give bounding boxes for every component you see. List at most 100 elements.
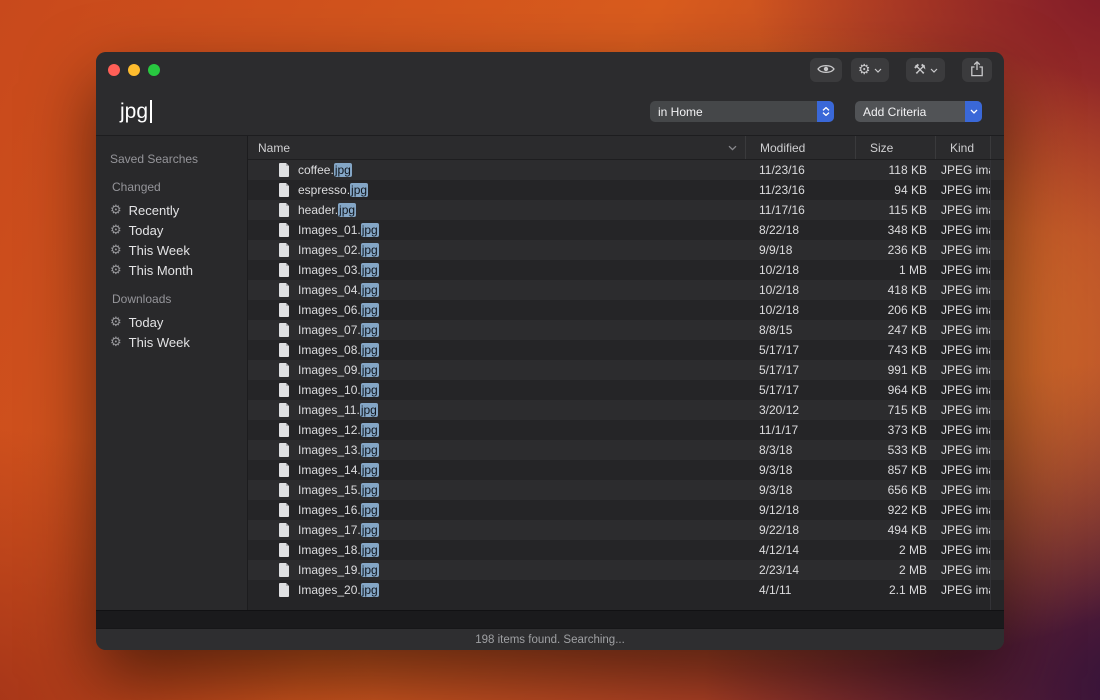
search-match-highlight: jpg bbox=[361, 263, 379, 277]
column-header-name[interactable]: Name bbox=[248, 136, 745, 159]
table-row[interactable]: Images_10.jpg 5/17/17 964 KB JPEG image bbox=[248, 380, 1004, 400]
table-row[interactable]: Images_01.jpg 8/22/18 348 KB JPEG image bbox=[248, 220, 1004, 240]
scrollbar-corner bbox=[990, 136, 1004, 159]
file-name: Images_01.jpg bbox=[298, 223, 379, 237]
zoom-button[interactable] bbox=[148, 64, 160, 76]
table-row[interactable]: Images_16.jpg 9/12/18 922 KB JPEG image bbox=[248, 500, 1004, 520]
smart-folder-icon: ⚙ bbox=[110, 244, 122, 257]
modified-cell: 8/3/18 bbox=[745, 443, 855, 457]
search-match-highlight: jpg bbox=[360, 403, 378, 417]
table-row[interactable]: espresso.jpg 11/23/16 94 KB JPEG image bbox=[248, 180, 1004, 200]
table-row[interactable]: Images_13.jpg 8/3/18 533 KB JPEG image bbox=[248, 440, 1004, 460]
finder-search-window: ⚙ ⚒ jpg in Home bbox=[96, 52, 1004, 650]
file-name: header.jpg bbox=[298, 203, 356, 217]
sidebar-item-label: Today bbox=[129, 223, 164, 238]
search-match-highlight: jpg bbox=[361, 543, 379, 557]
close-button[interactable] bbox=[108, 64, 120, 76]
search-match-highlight: jpg bbox=[361, 323, 379, 337]
size-cell: 2 MB bbox=[855, 563, 935, 577]
file-name-cell: Images_08.jpg bbox=[248, 343, 745, 357]
kind-cell: JPEG image bbox=[935, 323, 990, 337]
scope-dropdown[interactable]: in Home bbox=[650, 101, 834, 122]
table-row[interactable]: Images_07.jpg 8/8/15 247 KB JPEG image bbox=[248, 320, 1004, 340]
size-cell: 922 KB bbox=[855, 503, 935, 517]
table-row[interactable]: Images_04.jpg 10/2/18 418 KB JPEG image bbox=[248, 280, 1004, 300]
table-row[interactable]: Images_18.jpg 4/12/14 2 MB JPEG image bbox=[248, 540, 1004, 560]
sidebar-item-this-week-downloads[interactable]: ⚙ This Week bbox=[110, 332, 247, 352]
table-row[interactable]: Images_19.jpg 2/23/14 2 MB JPEG image bbox=[248, 560, 1004, 580]
table-row[interactable]: Images_14.jpg 9/3/18 857 KB JPEG image bbox=[248, 460, 1004, 480]
kind-cell: JPEG image bbox=[935, 183, 990, 197]
modified-cell: 2/23/14 bbox=[745, 563, 855, 577]
file-name-cell: Images_11.jpg bbox=[248, 403, 745, 417]
column-header-modified[interactable]: Modified bbox=[745, 136, 855, 159]
column-header-size[interactable]: Size bbox=[855, 136, 935, 159]
search-match-highlight: jpg bbox=[361, 363, 379, 377]
table-row[interactable]: Images_09.jpg 5/17/17 991 KB JPEG image bbox=[248, 360, 1004, 380]
document-icon bbox=[278, 263, 290, 277]
sidebar-section-changed: Changed bbox=[112, 180, 247, 194]
kind-cell: JPEG image bbox=[935, 523, 990, 537]
smart-folder-icon: ⚙ bbox=[110, 224, 122, 237]
modified-cell: 11/17/16 bbox=[745, 203, 855, 217]
file-name: Images_04.jpg bbox=[298, 283, 379, 297]
file-name: Images_10.jpg bbox=[298, 383, 379, 397]
file-name-cell: Images_20.jpg bbox=[248, 583, 745, 597]
size-cell: 373 KB bbox=[855, 423, 935, 437]
kind-cell: JPEG image bbox=[935, 463, 990, 477]
table-row[interactable]: Images_15.jpg 9/3/18 656 KB JPEG image bbox=[248, 480, 1004, 500]
quick-look-button[interactable] bbox=[810, 58, 842, 82]
sidebar-item-label: Recently bbox=[129, 203, 180, 218]
file-name: Images_19.jpg bbox=[298, 563, 379, 577]
table-row[interactable]: coffee.jpg 11/23/16 118 KB JPEG image bbox=[248, 160, 1004, 180]
share-icon bbox=[970, 61, 984, 80]
table-row[interactable]: header.jpg 11/17/16 115 KB JPEG image bbox=[248, 200, 1004, 220]
size-cell: 418 KB bbox=[855, 283, 935, 297]
sidebar-item-today-downloads[interactable]: ⚙ Today bbox=[110, 312, 247, 332]
table-row[interactable]: Images_02.jpg 9/9/18 236 KB JPEG image bbox=[248, 240, 1004, 260]
tools-dropdown-button[interactable]: ⚒ bbox=[906, 58, 945, 82]
table-row[interactable]: Images_12.jpg 11/1/17 373 KB JPEG image bbox=[248, 420, 1004, 440]
document-icon bbox=[278, 223, 290, 237]
sidebar-item-this-week-changed[interactable]: ⚙ This Week bbox=[110, 240, 247, 260]
kind-cell: JPEG image bbox=[935, 483, 990, 497]
sidebar-item-label: This Month bbox=[129, 263, 193, 278]
column-header-kind[interactable]: Kind bbox=[935, 136, 990, 159]
kind-cell: JPEG image bbox=[935, 283, 990, 297]
document-icon bbox=[278, 163, 290, 177]
minimize-button[interactable] bbox=[128, 64, 140, 76]
file-name: espresso.jpg bbox=[298, 183, 368, 197]
table-row[interactable]: Images_17.jpg 9/22/18 494 KB JPEG image bbox=[248, 520, 1004, 540]
kind-cell: JPEG image bbox=[935, 443, 990, 457]
modified-cell: 10/2/18 bbox=[745, 303, 855, 317]
modified-cell: 10/2/18 bbox=[745, 283, 855, 297]
table-row[interactable]: Images_08.jpg 5/17/17 743 KB JPEG image bbox=[248, 340, 1004, 360]
table-row[interactable]: Images_06.jpg 10/2/18 206 KB JPEG image bbox=[248, 300, 1004, 320]
search-input[interactable]: jpg bbox=[120, 100, 650, 124]
sidebar-item-this-month[interactable]: ⚙ This Month bbox=[110, 260, 247, 280]
file-name: Images_14.jpg bbox=[298, 463, 379, 477]
kind-cell: JPEG image bbox=[935, 243, 990, 257]
size-cell: 2.1 MB bbox=[855, 583, 935, 597]
horizontal-scrollbar-track[interactable] bbox=[96, 610, 1004, 628]
document-icon bbox=[278, 343, 290, 357]
file-name: Images_02.jpg bbox=[298, 243, 379, 257]
table-row[interactable]: Images_03.jpg 10/2/18 1 MB JPEG image bbox=[248, 260, 1004, 280]
smart-folder-icon: ⚙ bbox=[110, 264, 122, 277]
tools-icon: ⚒ bbox=[913, 63, 926, 77]
search-match-highlight: jpg bbox=[361, 423, 379, 437]
settings-dropdown-button[interactable]: ⚙ bbox=[851, 58, 890, 82]
sidebar-item-recently[interactable]: ⚙ Recently bbox=[110, 200, 247, 220]
vertical-scrollbar-track[interactable] bbox=[990, 160, 1004, 610]
sidebar-item-today-changed[interactable]: ⚙ Today bbox=[110, 220, 247, 240]
add-criteria-dropdown[interactable]: Add Criteria bbox=[855, 101, 982, 122]
table-row[interactable]: Images_11.jpg 3/20/12 715 KB JPEG image bbox=[248, 400, 1004, 420]
sidebar: Saved Searches Changed ⚙ Recently ⚙ Toda… bbox=[96, 136, 248, 610]
size-cell: 494 KB bbox=[855, 523, 935, 537]
file-name-cell: Images_19.jpg bbox=[248, 563, 745, 577]
table-row[interactable]: Images_20.jpg 4/1/11 2.1 MB JPEG image bbox=[248, 580, 1004, 600]
document-icon bbox=[278, 583, 290, 597]
search-match-highlight: jpg bbox=[338, 203, 356, 217]
search-match-highlight: jpg bbox=[361, 383, 379, 397]
share-button[interactable] bbox=[962, 58, 992, 82]
